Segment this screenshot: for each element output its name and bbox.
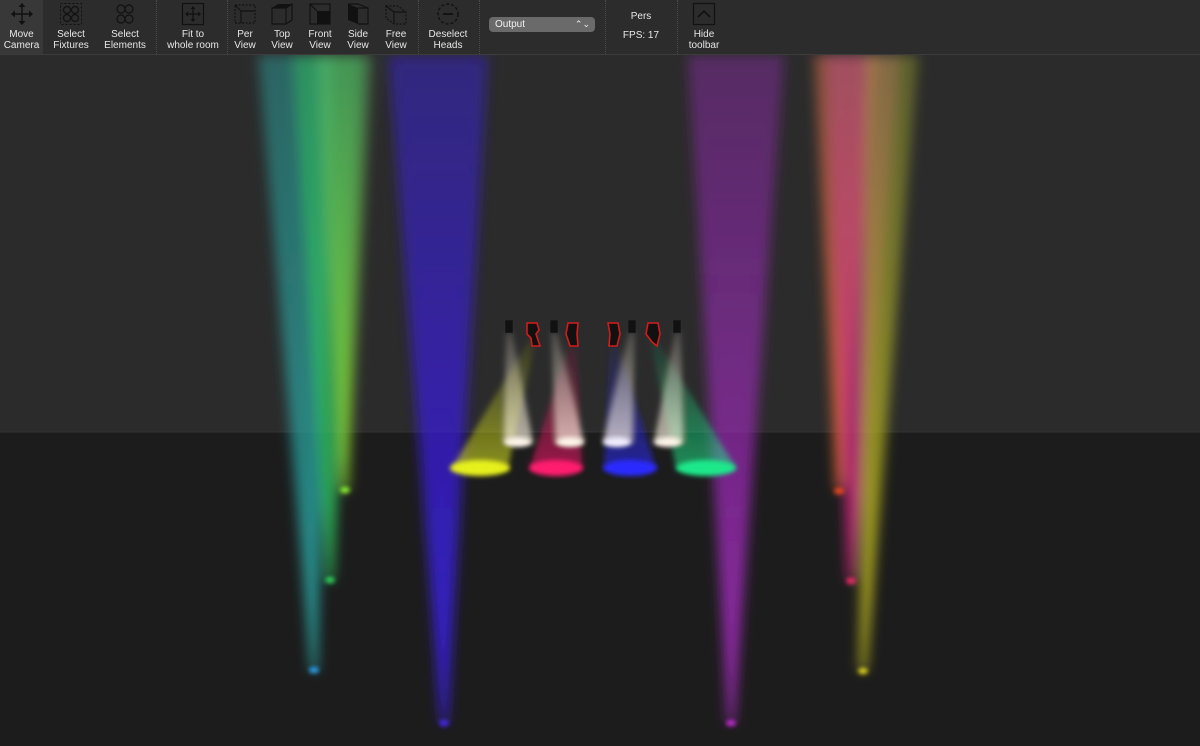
- select-fixtures-button[interactable]: Select Fixtures: [48, 0, 94, 54]
- toolbar-separator: [605, 0, 606, 54]
- deselect-heads-label: Deselect Heads: [428, 29, 468, 51]
- free-view-label: Free View: [385, 29, 407, 51]
- toolbar-separator: [677, 0, 678, 54]
- green-spot: [676, 460, 736, 476]
- yellow-spot: [450, 460, 510, 476]
- back-wall: [0, 55, 1200, 433]
- toolbar-separator: [418, 0, 419, 54]
- per-view-button[interactable]: Per View: [230, 0, 260, 54]
- output-select[interactable]: Output ⌃⌄: [489, 17, 595, 32]
- select-elements-icon: [116, 4, 134, 24]
- toolbar-separator: [479, 0, 480, 54]
- pink-spot: [529, 460, 583, 476]
- fit-to-whole-room-label: Fit to whole room: [167, 29, 219, 51]
- hide-toolbar-label: Hide toolbar: [688, 29, 720, 51]
- top-view-label: Top View: [271, 29, 293, 51]
- front-view-button[interactable]: Front View: [303, 0, 337, 54]
- par-fixture-4[interactable]: [672, 319, 682, 334]
- front-view-label: Front View: [308, 29, 332, 51]
- moving-head-3[interactable]: [607, 322, 621, 347]
- move-camera-button[interactable]: Move Camera: [0, 0, 43, 54]
- fps-counter: FPS: 17: [622, 30, 660, 41]
- free-view-icon: [385, 5, 407, 25]
- per-view-label: Per View: [234, 29, 256, 51]
- side-view-label: Side View: [347, 29, 369, 51]
- par-fixture-3[interactable]: [627, 319, 637, 334]
- white-spot-3: [603, 437, 631, 447]
- white-spot-2: [556, 437, 584, 447]
- side-view-button[interactable]: Side View: [342, 0, 374, 54]
- par-fixture-1[interactable]: [504, 319, 514, 334]
- fit-to-whole-room-button[interactable]: Fit to whole room: [163, 0, 223, 54]
- par-fixture-2[interactable]: [549, 319, 559, 334]
- top-view-button[interactable]: Top View: [266, 0, 298, 54]
- free-view-button[interactable]: Free View: [380, 0, 412, 54]
- white-spot-4: [654, 437, 682, 447]
- chevron-up-icon: [692, 2, 716, 26]
- floor: [0, 432, 1200, 746]
- select-fixtures-label: Select Fixtures: [53, 29, 89, 51]
- output-select-value: Output: [495, 19, 526, 30]
- move-camera-label: Move Camera: [3, 29, 40, 51]
- deselect-icon: [437, 3, 459, 25]
- select-fixtures-icon: [60, 3, 82, 25]
- toolbar: Move Camera Select Fixtures Select Eleme…: [0, 0, 1200, 55]
- camera-mode-label: Pers: [630, 11, 652, 22]
- toolbar-separator: [227, 0, 228, 54]
- select-elements-label: Select Elements: [104, 29, 146, 51]
- deselect-heads-button[interactable]: Deselect Heads: [424, 0, 472, 54]
- hide-toolbar-button[interactable]: Hide toolbar: [683, 0, 725, 54]
- top-view-icon: [271, 2, 293, 25]
- white-spot-1: [504, 437, 532, 447]
- toolbar-separator: [156, 0, 157, 54]
- 3d-viewport[interactable]: [0, 55, 1200, 746]
- front-view-icon: [309, 3, 331, 25]
- blue-spot: [603, 460, 657, 476]
- chevron-updown-icon: ⌃⌄: [574, 19, 590, 29]
- select-elements-button[interactable]: Select Elements: [100, 0, 150, 54]
- side-view-icon: [348, 3, 369, 25]
- perspective-view-icon: [234, 4, 256, 24]
- fit-room-icon: [181, 2, 205, 26]
- move-arrows-icon: [10, 3, 33, 25]
